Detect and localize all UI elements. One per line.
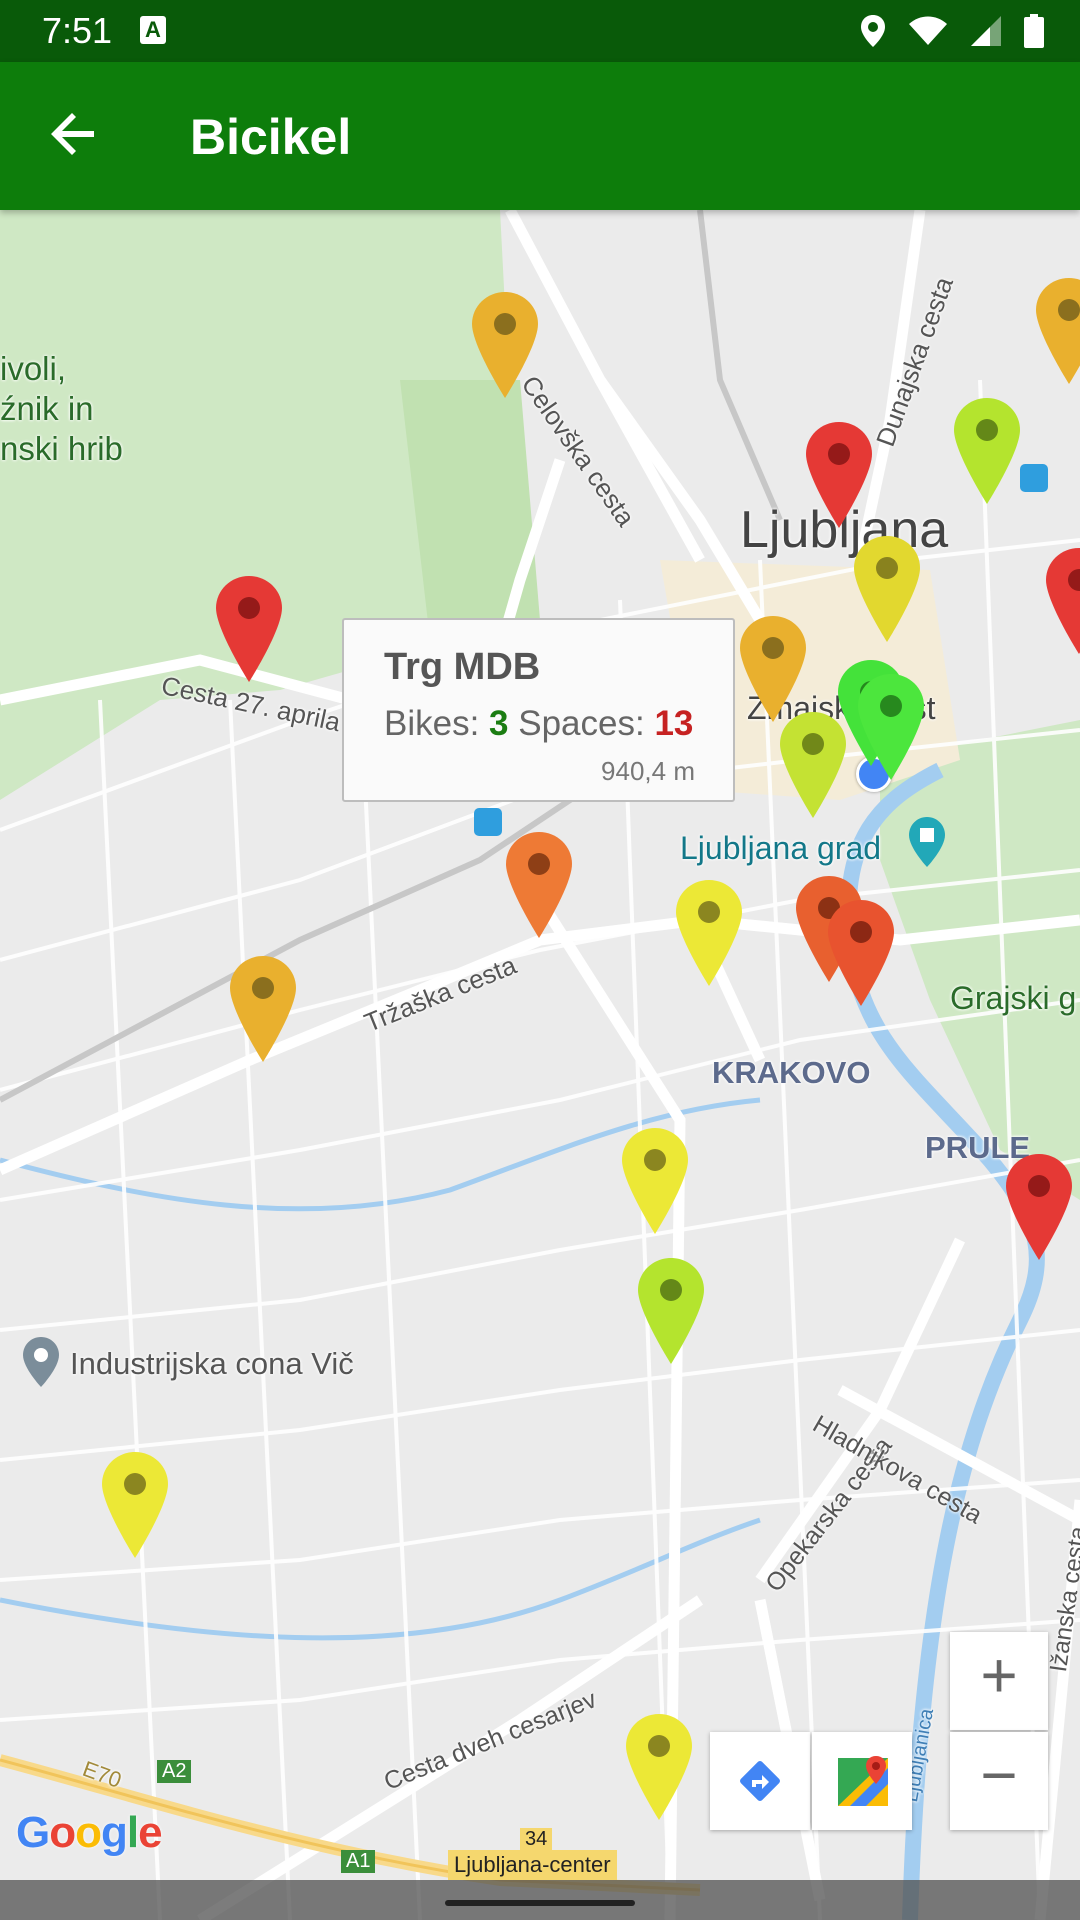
station-marker[interactable] [470, 290, 540, 400]
map-label-industrijska: Industrijska cona Vič [70, 1346, 354, 1381]
open-in-maps-button[interactable] [812, 1732, 912, 1830]
station-marker[interactable] [826, 898, 896, 1008]
map-label-tivoli-3: nski hrib [0, 430, 123, 467]
station-marker[interactable] [852, 534, 922, 644]
station-marker[interactable] [228, 954, 298, 1064]
google-maps-icon [838, 1756, 888, 1806]
station-marker[interactable] [1004, 1152, 1074, 1262]
station-marker[interactable] [214, 574, 284, 684]
directions-button[interactable] [710, 1732, 810, 1830]
station-availability: Bikes: 3 Spaces: 13 [384, 704, 693, 744]
location-icon [861, 15, 885, 47]
station-marker[interactable] [100, 1450, 170, 1560]
spaces-count: 13 [654, 704, 694, 743]
map-label-ljubljana-grad: Ljubljana grad [680, 830, 882, 866]
road-badge-34: 34 [520, 1828, 553, 1851]
station-marker[interactable] [636, 1256, 706, 1366]
directions-icon [740, 1761, 780, 1801]
app-title: Bicikel [190, 109, 352, 165]
map-base [0, 210, 1080, 1920]
signal-icon [971, 16, 1001, 46]
station-marker[interactable] [674, 878, 744, 988]
battery-icon [1024, 14, 1044, 48]
map-label-tivoli-2: źnik in [0, 390, 94, 427]
bikes-count: 3 [489, 704, 509, 743]
station-marker[interactable] [778, 710, 848, 820]
station-marker[interactable] [738, 614, 808, 724]
map-label-grajski: Grajski g [950, 980, 1077, 1016]
google-logo: Google [16, 1808, 163, 1857]
map-label-ljubljana-center: Ljubljana-center [448, 1850, 617, 1880]
map-label-krakovo: KRAKOVO [712, 1055, 871, 1090]
map-label-tivoli: ivoli, [0, 350, 67, 387]
station-marker-selected[interactable] [856, 672, 926, 782]
station-marker[interactable] [504, 830, 574, 940]
zoom-out-button[interactable]: − [950, 1732, 1048, 1830]
road-badge-a1: A1 [341, 1850, 376, 1873]
poi-pin-icon[interactable] [22, 1336, 60, 1388]
zoom-out-label: − [980, 1739, 1018, 1811]
road-badge-a2: A2 [157, 1760, 192, 1783]
status-time: 7:51 [42, 10, 113, 51]
app-bar: Bicikel [0, 62, 1080, 210]
map-view[interactable]: ivoli, źnik in nski hrib Ljubljana Celov… [0, 210, 1080, 1920]
home-handle[interactable] [445, 1900, 635, 1906]
bikes-label: Bikes: [384, 704, 480, 743]
zoom-in-button[interactable]: + [950, 1632, 1048, 1730]
spaces-label: Spaces: [518, 704, 645, 743]
station-marker[interactable] [1034, 276, 1080, 386]
arrow-back-icon [51, 113, 94, 155]
station-info-window[interactable]: Trg MDB Bikes: 3 Spaces: 13 940,4 m [342, 618, 735, 802]
station-marker[interactable] [624, 1712, 694, 1822]
zoom-in-label: + [980, 1639, 1018, 1711]
station-marker[interactable] [804, 420, 874, 530]
back-button[interactable] [42, 102, 106, 166]
station-marker[interactable] [1044, 546, 1080, 656]
navigation-bar [0, 1880, 1080, 1920]
castle-poi-icon[interactable] [908, 816, 946, 868]
notification-a-icon: A [140, 16, 166, 44]
wifi-icon [909, 16, 947, 45]
status-bar: 7:51 A [0, 0, 1080, 62]
status-icons [860, 12, 1044, 50]
station-name: Trg MDB [384, 646, 541, 688]
station-distance: 940,4 m [601, 756, 695, 786]
station-marker[interactable] [952, 396, 1022, 506]
station-marker[interactable] [620, 1126, 690, 1236]
